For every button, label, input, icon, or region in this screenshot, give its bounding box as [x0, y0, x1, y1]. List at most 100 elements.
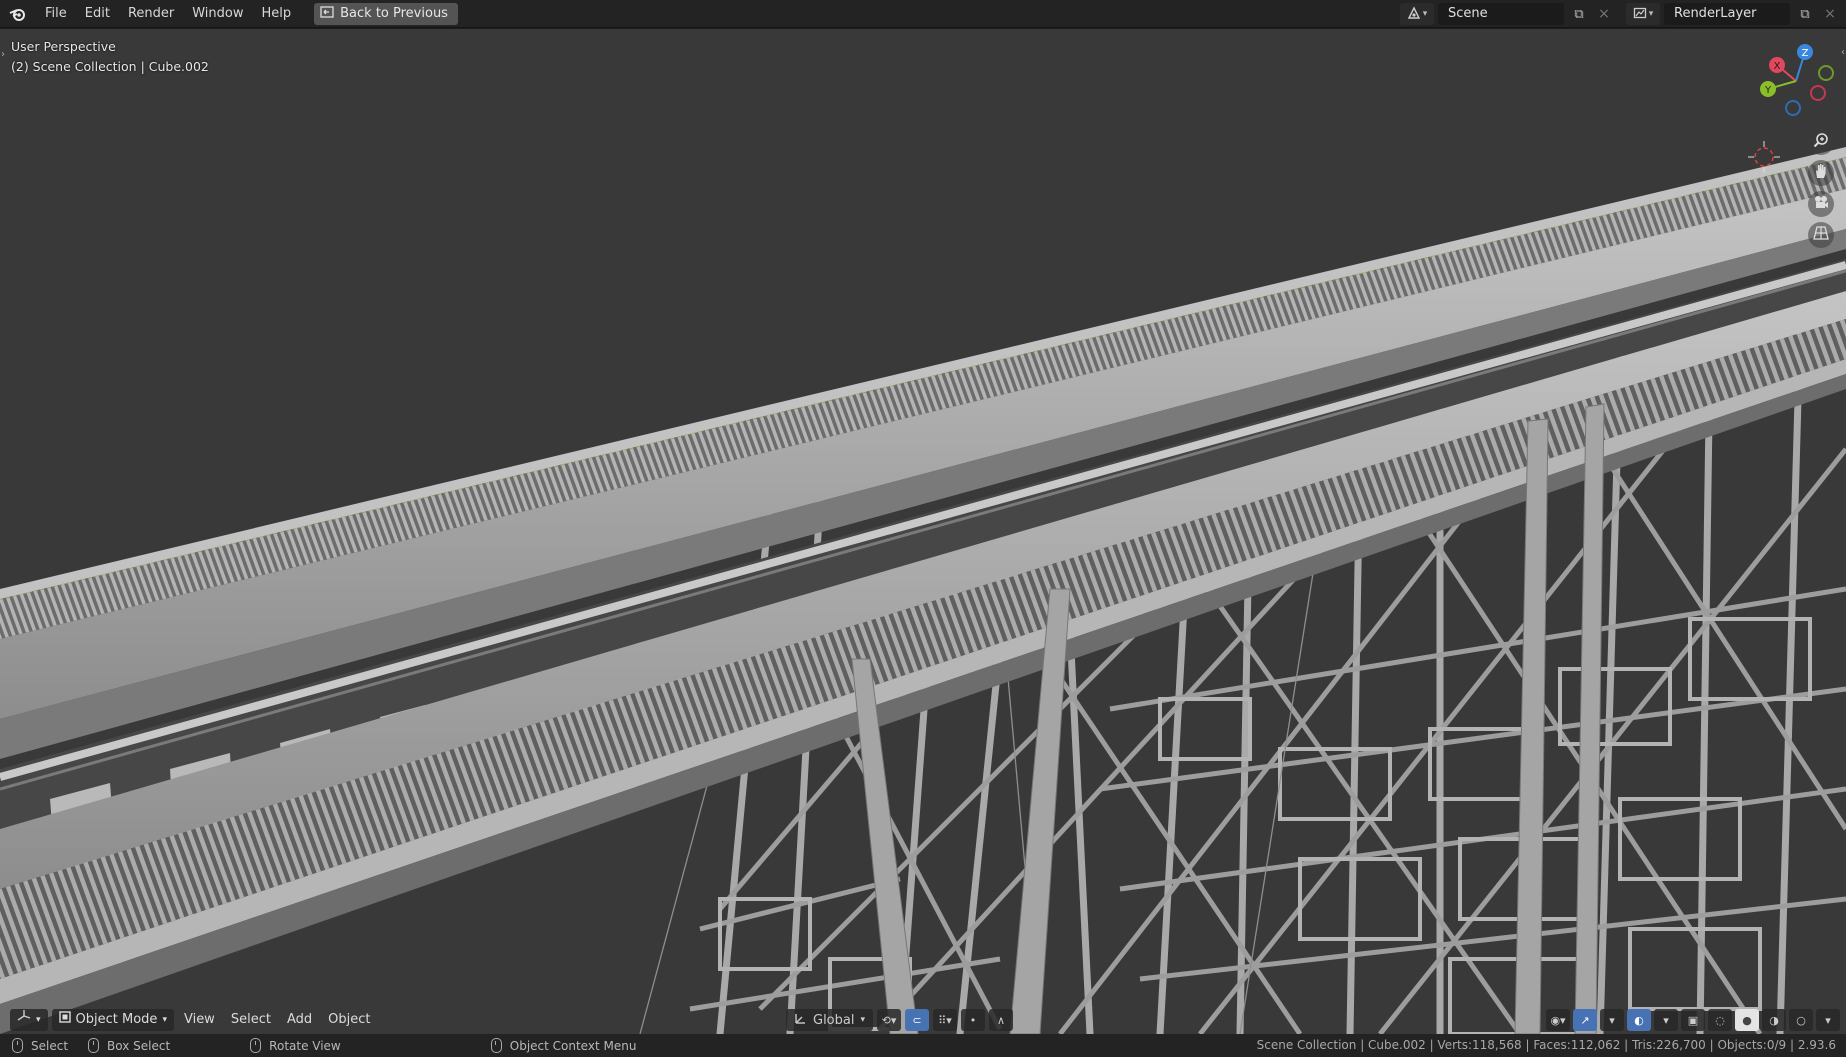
menu-select[interactable]: Select: [225, 1009, 277, 1031]
overlays-dropdown[interactable]: ▾: [1654, 1009, 1678, 1031]
menu-window[interactable]: Window: [183, 0, 252, 28]
blender-logo-icon[interactable]: [0, 0, 36, 28]
menu-edit[interactable]: Edit: [76, 0, 119, 28]
view-layer-selector-dropdown[interactable]: ▾: [1626, 3, 1660, 25]
close-icon: ×: [1598, 6, 1610, 22]
mouse-right-icon: [490, 1038, 502, 1053]
proportional-edit-toggle[interactable]: •: [961, 1009, 986, 1031]
xray-toggle[interactable]: ▣: [1681, 1009, 1705, 1031]
scene-selector-dropdown[interactable]: ▾: [1400, 3, 1434, 25]
hint-box-select: Box Select: [88, 1038, 170, 1053]
shading-wireframe-button[interactable]: ◌: [1708, 1009, 1732, 1031]
rendered-sphere-icon: ○: [1796, 1013, 1806, 1027]
hint-rotate-view-label: Rotate View: [269, 1038, 341, 1053]
transform-orientation-dropdown[interactable]: Global ▾: [786, 1009, 874, 1031]
material-sphere-icon: ◑: [1769, 1013, 1779, 1027]
proportional-falloff-dropdown[interactable]: ∧: [989, 1009, 1014, 1031]
shading-rendered-button[interactable]: ○: [1789, 1009, 1813, 1031]
menu-object[interactable]: Object: [322, 1009, 376, 1031]
object-mode-icon: [58, 1009, 71, 1031]
chevron-down-icon: ▾: [1422, 9, 1428, 19]
hint-select-label: Select: [31, 1038, 69, 1053]
sidebar-expand-icon[interactable]: ‹: [1841, 47, 1845, 58]
chevron-down-icon: ▾: [1825, 1013, 1831, 1027]
shading-options-dropdown[interactable]: ▾: [1816, 1009, 1840, 1031]
transform-orientation-label: Global: [813, 1012, 855, 1028]
hand-icon: [1813, 163, 1829, 183]
shading-material-button[interactable]: ◑: [1762, 1009, 1786, 1031]
camera-icon: [1813, 194, 1829, 214]
snap-target-dropdown[interactable]: ⠿▾: [933, 1009, 958, 1031]
navigation-gizmo[interactable]: Z X Y: [1758, 43, 1834, 119]
new-view-layer-button[interactable]: ⧉: [1794, 3, 1816, 25]
overlays-icon: ◐: [1634, 1013, 1644, 1027]
delete-view-layer-button[interactable]: ×: [1820, 3, 1840, 25]
eye-icon: ◉▾: [1550, 1013, 1566, 1027]
gizmo-dropdown[interactable]: ▾: [1600, 1009, 1624, 1031]
menu-view[interactable]: View: [178, 1009, 221, 1031]
hint-context-menu-label: Object Context Menu: [509, 1038, 637, 1053]
orientation-icon: [794, 1012, 807, 1028]
close-icon: ×: [1824, 6, 1836, 22]
hint-context-menu: Object Context Menu: [490, 1038, 637, 1053]
new-scene-button[interactable]: ⧉: [1568, 3, 1590, 25]
proportional-icon: •: [969, 1013, 977, 1027]
mouse-middle-icon: [250, 1038, 262, 1053]
viewport-collection-label: (2) Scene Collection | Cube.002: [11, 59, 209, 74]
scene-statistics: Scene Collection | Cube.002 | Verts:118,…: [1256, 1038, 1836, 1052]
object-mode-dropdown[interactable]: Object Mode ▾: [51, 1009, 174, 1031]
gizmo-z-label: Z: [1802, 48, 1809, 59]
top-bar: File Edit Render Window Help Back to Pre…: [0, 0, 1846, 28]
pan-view-button[interactable]: [1808, 160, 1834, 186]
3d-view-icon: [17, 1009, 31, 1031]
object-mode-label: Object Mode: [75, 1012, 158, 1027]
hint-box-select-label: Box Select: [107, 1038, 171, 1053]
mouse-left-icon: [12, 1038, 23, 1053]
scene-name-field[interactable]: Scene: [1438, 3, 1564, 25]
status-bar: Select Box Select Rotate View Object Con…: [0, 1034, 1846, 1057]
chevron-down-icon: ▾: [1663, 1013, 1669, 1027]
pivot-icon: ⟲▾: [881, 1013, 897, 1027]
magnet-icon: ⊂: [912, 1013, 922, 1027]
zoom-icon: [1813, 132, 1829, 152]
falloff-curve-icon: ∧: [996, 1013, 1006, 1027]
screen-back-icon: [320, 5, 334, 22]
shading-solid-button[interactable]: ●: [1735, 1009, 1759, 1031]
3d-viewport[interactable]: › ‹ User Perspective (2) Scene Collectio…: [0, 29, 1846, 1034]
menu-file[interactable]: File: [36, 0, 76, 28]
perspective-toggle-button[interactable]: [1808, 222, 1834, 248]
chevron-down-icon: ▾: [860, 1015, 866, 1025]
xray-icon: ▣: [1687, 1013, 1699, 1027]
visibility-dropdown[interactable]: ◉▾: [1546, 1009, 1570, 1031]
hint-rotate-view: Rotate View: [250, 1038, 341, 1053]
solid-sphere-icon: ●: [1742, 1013, 1752, 1027]
pivot-point-dropdown[interactable]: ⟲▾: [877, 1009, 902, 1031]
render-layers-icon: [1633, 6, 1647, 23]
zoom-view-button[interactable]: [1808, 129, 1834, 155]
view-layer-name-field[interactable]: RenderLayer: [1664, 3, 1790, 25]
delete-scene-button[interactable]: ×: [1594, 3, 1614, 25]
overlays-toggle[interactable]: ◐: [1627, 1009, 1651, 1031]
editor-type-dropdown[interactable]: ▾: [10, 1009, 48, 1031]
chevron-down-icon: ▾: [36, 1015, 41, 1025]
toolbar-expand-icon[interactable]: ›: [1, 49, 5, 60]
hint-select: Select: [12, 1038, 68, 1053]
snap-grid-icon: ⠿▾: [938, 1013, 952, 1027]
mouse-drag-icon: [88, 1038, 100, 1053]
chevron-down-icon: ▾: [1609, 1013, 1615, 1027]
gizmo-y-label: Y: [1764, 85, 1772, 96]
camera-view-button[interactable]: [1808, 191, 1834, 217]
viewport-header: ▾ Object Mode ▾ View Select Add Object G…: [0, 1006, 1846, 1034]
grid-icon: [1813, 225, 1829, 245]
menu-add[interactable]: Add: [281, 1009, 318, 1031]
scene-icon: [1407, 5, 1421, 23]
gizmo-toggle[interactable]: ↗: [1573, 1009, 1597, 1031]
snap-toggle[interactable]: ⊂: [905, 1009, 930, 1031]
menu-help[interactable]: Help: [253, 0, 301, 28]
viewport-perspective-label: User Perspective: [11, 39, 116, 54]
back-to-previous-button[interactable]: Back to Previous: [314, 2, 458, 25]
menu-render[interactable]: Render: [119, 0, 183, 28]
wireframe-sphere-icon: ◌: [1715, 1013, 1725, 1027]
gizmo-icon: ↗: [1580, 1013, 1590, 1027]
duplicate-icon: ⧉: [1574, 6, 1584, 22]
